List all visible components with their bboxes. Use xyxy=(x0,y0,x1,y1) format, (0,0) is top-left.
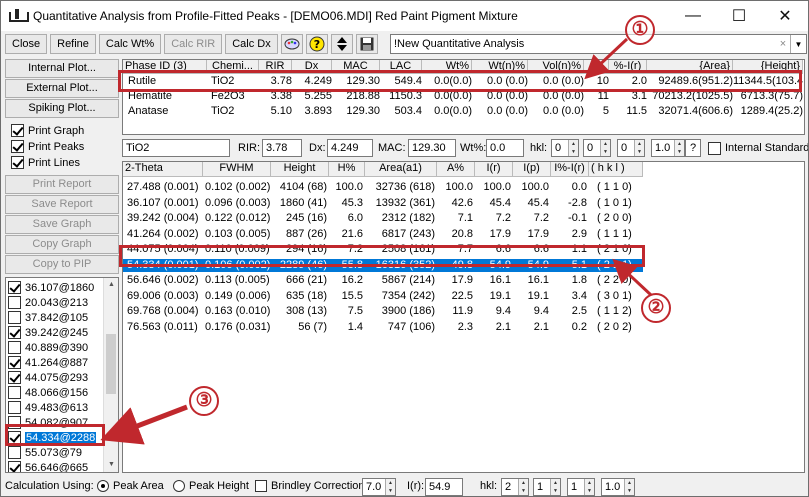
annotation-arrows xyxy=(100,37,653,445)
annotation-arrow-2 xyxy=(612,258,653,297)
quantitative-analysis-window: Quantitative Analysis from Profile-Fitte… xyxy=(0,0,809,497)
annotation-arrow-3 xyxy=(100,404,188,445)
annotation-arrow-1 xyxy=(584,37,629,80)
